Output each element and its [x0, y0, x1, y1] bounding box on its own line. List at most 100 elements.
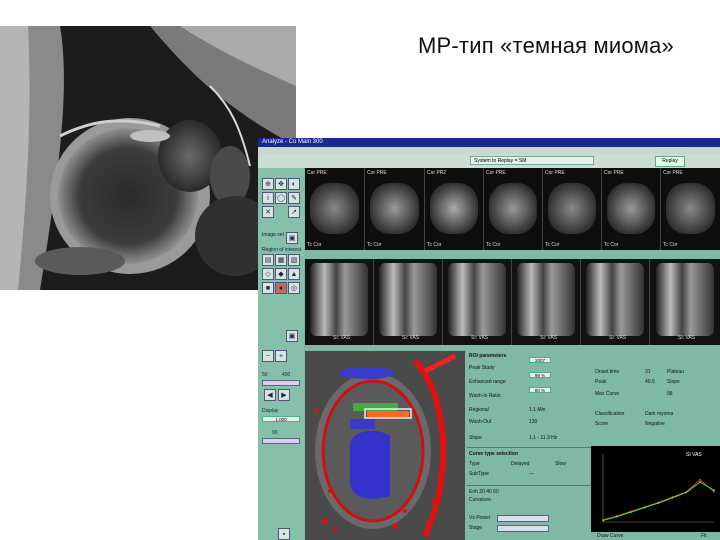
measure-tool-icon[interactable]: ↗ [288, 206, 300, 218]
mri-sagittal-image [0, 26, 296, 290]
display-slider[interactable] [262, 438, 300, 444]
region-tool-icon-d[interactable]: ◇ [262, 268, 274, 280]
curve-point-1-4 [657, 502, 660, 505]
zoom-tool-icon[interactable]: ⊕ [262, 178, 274, 190]
window-level-icon[interactable]: ◐ [288, 178, 300, 190]
image-set-button-a[interactable]: ▣ [286, 232, 298, 244]
power-slider[interactable] [497, 515, 549, 522]
sagittal-thumb-6[interactable]: SI: VAS [650, 259, 720, 345]
region-tool-icon-i[interactable]: ◎ [288, 282, 300, 294]
class-extra-0: Plateau [667, 369, 684, 375]
param-label-0: Peak Study [469, 365, 495, 371]
param-value-5: 1.1 - 11.3 Hz [529, 435, 558, 441]
curve-subtype-value: --- [529, 471, 534, 477]
lasso-tool-icon[interactable]: ✎ [288, 192, 300, 204]
class-label-0: Onset time [595, 369, 620, 375]
contrast-plus-icon[interactable]: + [275, 350, 287, 362]
sagittal-thumb-3[interactable]: SI: VAS [443, 259, 512, 345]
curve-point-1-3 [643, 506, 646, 509]
param-value-3: 1.1 Min [529, 407, 546, 413]
stage-slider[interactable] [497, 525, 549, 532]
replay-button[interactable]: Replay [655, 156, 685, 167]
sagittal-thumb-5[interactable]: SI: VAS [581, 259, 650, 345]
curve-axes [602, 454, 714, 523]
param-input-1[interactable]: 99 % [529, 372, 551, 378]
info-tool-icon[interactable]: i [262, 192, 274, 204]
params-divider-2 [467, 485, 591, 486]
coronal-thumb-4[interactable]: Cor PRE Tc Cor [484, 168, 543, 250]
draw-curve-label[interactable]: Draw Curve [597, 533, 623, 539]
curve-point-1-2 [629, 511, 632, 514]
display-value-field[interactable]: 1.000 [262, 416, 300, 422]
top-toolbar: System to Replay = SM Replay [258, 154, 720, 169]
window-titlebar: Analyze - Co Main 300 [258, 138, 720, 147]
display-section-label: Display [262, 408, 279, 414]
coronal-thumb-5[interactable]: Cor PRE Tc Cor [543, 168, 602, 250]
level-slider[interactable] [262, 380, 300, 386]
bottom-row-0: Enh 20 40 60 [469, 489, 499, 495]
region-tool-icon-e[interactable]: ◆ [275, 268, 287, 280]
bottom-row-3: Stage [469, 525, 483, 531]
step-back-icon[interactable]: ◀ [264, 389, 276, 401]
roi-apply-button[interactable]: ▣ [286, 330, 298, 342]
fit-label[interactable]: Fit [701, 533, 707, 539]
class-label-1: Peak [595, 379, 607, 385]
curve-type-label: Type [469, 461, 480, 467]
curve-footer: Draw Curve Fit [591, 532, 720, 540]
coronal-thumb-7[interactable]: Cor PRE Tc Cor [661, 168, 720, 250]
curve-point-1-8 [713, 489, 715, 492]
class-label-3: Classification [595, 411, 625, 417]
region-tool-icon-h[interactable]: ● [275, 282, 287, 294]
class-value-1: 40.5 [645, 379, 655, 385]
roi-section-label: Region of interest [262, 247, 302, 253]
classification-panel: Onset time 31 Plateau Peak 40.5 Slope Ma… [591, 351, 720, 446]
curve-series-0 [602, 479, 715, 521]
replay-field[interactable]: System to Replay = SM [470, 156, 594, 165]
sagittal-thumb-1[interactable]: SI: VAS [305, 259, 374, 345]
coronal-thumb-3[interactable]: Cor PR2 Tc Cor [425, 168, 484, 250]
param-input-0[interactable]: 2007 [529, 357, 551, 363]
param-input-2[interactable]: 80 % [529, 387, 551, 393]
delete-tool-icon[interactable]: ✕ [262, 206, 274, 218]
save-icon[interactable]: ▪ [278, 528, 290, 540]
curve-svg: SI VAS [602, 452, 715, 523]
region-tool-icon-f[interactable]: ▲ [288, 268, 300, 280]
param-label-5: Slope [469, 435, 482, 441]
class-label-2: Max Curve [595, 391, 620, 397]
sagittal-thumbnail-row: SI: VAS SI: VAS SI: VAS SI: VAS SI: VAS … [305, 259, 720, 345]
contrast-minus-icon[interactable]: − [262, 350, 274, 362]
roi-parameters-panel: ROI parameters Peak Study 2007 Enhanced … [467, 351, 591, 540]
class-label-4: Score [595, 421, 609, 427]
coronal-thumb-2[interactable]: Cor PRE Tc Cor [365, 168, 425, 250]
curve-point-1-0 [602, 519, 604, 522]
region-tool-icon-b[interactable]: ▦ [275, 254, 287, 266]
class-value-0: 31 [645, 369, 651, 375]
class-extra-1: Slope [667, 379, 680, 385]
coronal-thumb-6[interactable]: Cor PRE Tc Cor [602, 168, 661, 250]
param-label-3: Regional [469, 407, 489, 413]
step-forward-icon[interactable]: ▶ [278, 389, 290, 401]
param-label-2: Wash-In Ratio [469, 393, 501, 399]
image-set-label: Image set [262, 232, 284, 238]
class-value-3: Dark myoma [645, 411, 674, 417]
curve-type-header: Curve type selection [469, 451, 518, 457]
curve-subtype-label: SubType [469, 471, 489, 477]
param-label-1: Enhanced range [469, 379, 506, 385]
curve-point-1-6 [685, 491, 688, 494]
roi-tool-icon[interactable]: ◯ [275, 192, 287, 204]
perfusion-map-image[interactable] [305, 351, 465, 540]
region-tool-icon-c[interactable]: ▧ [288, 254, 300, 266]
coronal-thumb-1[interactable]: Cor PRE Tc Cor [305, 168, 365, 250]
params-divider [467, 447, 591, 448]
curve-point-1-1 [615, 515, 618, 518]
pan-tool-icon[interactable]: ✥ [275, 178, 287, 190]
sagittal-thumb-4[interactable]: SI: VAS [512, 259, 581, 345]
region-tool-icon-g[interactable]: ■ [262, 282, 274, 294]
coronal-thumbnail-row: Cor PRE Tc Cor Cor PRE Tc Cor Cor PR2 Tc… [305, 168, 720, 250]
sagittal-thumb-2[interactable]: SI: VAS [374, 259, 443, 345]
mri-drawing [0, 26, 296, 290]
left-value-b: 400 [282, 372, 291, 378]
region-tool-icon-a[interactable]: ▤ [262, 254, 274, 266]
perfusion-map-drawing [305, 351, 465, 540]
curve-legend: SI VAS [686, 452, 702, 458]
